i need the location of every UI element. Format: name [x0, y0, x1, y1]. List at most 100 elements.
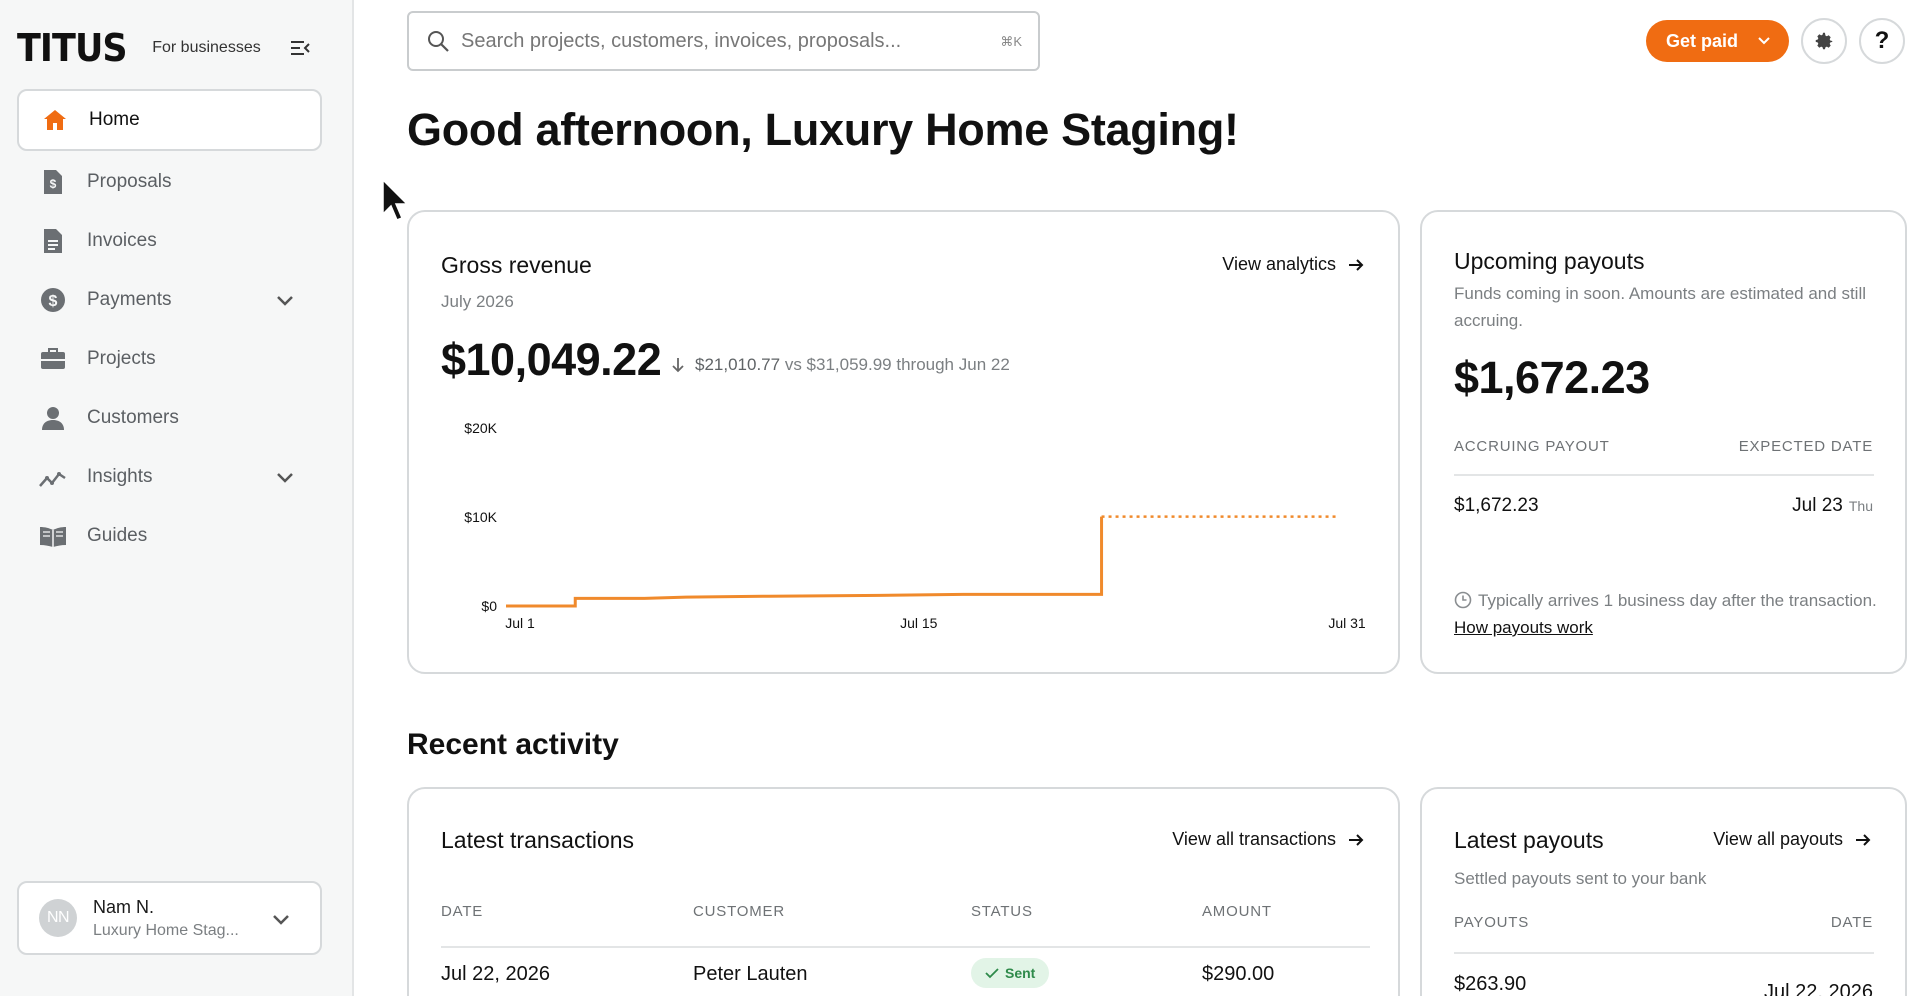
proposal-icon: $ [39, 168, 67, 196]
sidebar-item-customers[interactable]: Customers [17, 387, 322, 449]
help-button[interactable]: ? [1859, 18, 1905, 64]
sidebar-item-label: Proposals [87, 171, 172, 192]
latest-payouts-card: Latest payouts View all payouts Settled … [1420, 787, 1907, 996]
avatar: NN [39, 899, 77, 937]
search-bar[interactable]: ⌘K [407, 11, 1040, 71]
y-tick-label: $0 [481, 598, 497, 614]
payout-timing-note: Typically arrives 1 business day after t… [1454, 587, 1884, 641]
sidebar-item-label: Guides [87, 525, 148, 546]
revenue-chart: $0 $10K $20K Jul 1 Jul 15 Jul 31 [464, 420, 1366, 631]
account-name: Nam N. [93, 896, 155, 917]
accruing-payout-amount: $1,672.23 [1454, 495, 1539, 516]
svg-text:$: $ [49, 293, 58, 310]
upcoming-payouts-description: Funds coming in soon. Amounts are estima… [1454, 284, 1866, 330]
latest-transactions-card: Latest transactions View all transaction… [407, 787, 1400, 996]
upcoming-payouts-amount: $1,672.23 [1454, 352, 1650, 403]
column-header-payouts: PAYOUTS [1454, 914, 1530, 931]
recent-activity-heading: Recent activity [407, 728, 619, 761]
search-shortcut: ⌘K [1000, 34, 1022, 49]
sidebar-item-proposals[interactable]: $ Proposals [17, 151, 322, 213]
collapse-sidebar-icon[interactable] [286, 34, 314, 62]
status-label: Sent [1005, 965, 1036, 981]
trend-icon [39, 463, 67, 491]
payout-date: Jul 22, 2026 [1764, 981, 1873, 996]
column-header-expected-date: EXPECTED DATE [1738, 438, 1873, 455]
search-input[interactable] [461, 29, 961, 53]
upcoming-payouts-card: Upcoming payouts Funds coming in soon. A… [1420, 210, 1907, 674]
invoice-icon [39, 227, 67, 255]
transaction-customer: Peter Lauten [693, 963, 808, 985]
sidebar-item-label: Customers [87, 407, 179, 428]
sidebar-item-payments[interactable]: $ Payments [17, 269, 322, 331]
payout-amount: $263.90 [1454, 973, 1527, 995]
chevron-down-icon[interactable] [274, 466, 296, 488]
x-tick-label: Jul 15 [900, 615, 938, 631]
status-badge: Sent [971, 958, 1050, 988]
chevron-down-icon [273, 915, 289, 925]
page-title: Good afternoon, Luxury Home Staging! [407, 104, 1239, 155]
arrow-right-icon [1856, 833, 1871, 846]
gross-revenue-card: Gross revenue View analytics July 2026 $… [407, 210, 1400, 674]
payout-note-text: Typically arrives 1 business day after t… [1478, 591, 1877, 610]
account-business: Luxury Home Stag... [93, 921, 239, 939]
y-tick-label: $20K [464, 420, 497, 436]
column-header-amount[interactable]: AMOUNT [1202, 903, 1272, 920]
sidebar-nav: Home $ Proposals Invoices $ Payments Pro… [17, 89, 322, 564]
sidebar-item-label: Invoices [87, 230, 157, 251]
transaction-date: Jul 22, 2026 [441, 963, 550, 985]
person-icon [39, 404, 67, 432]
column-header-date[interactable]: DATE [441, 903, 483, 920]
sidebar-item-home[interactable]: Home [17, 89, 322, 151]
view-all-payouts-label: View all payouts [1713, 829, 1843, 849]
sidebar-item-invoices[interactable]: Invoices [17, 210, 322, 272]
clock-icon [1454, 591, 1472, 609]
column-header-customer[interactable]: CUSTOMER [693, 903, 785, 920]
expected-date-weekday: Thu [1848, 498, 1873, 514]
sidebar-item-guides[interactable]: Guides [17, 505, 322, 567]
upcoming-payouts-title: Upcoming payouts [1454, 248, 1645, 274]
view-all-transactions-link[interactable]: View all transactions [1172, 829, 1364, 850]
x-tick-label: Jul 1 [505, 615, 535, 631]
check-icon [985, 968, 999, 979]
settings-button[interactable] [1801, 18, 1847, 64]
sidebar: TITUS For businesses Home $ Proposals In… [0, 0, 354, 996]
get-paid-button[interactable]: Get paid [1646, 20, 1789, 62]
brand: TITUS For businesses [17, 24, 317, 72]
home-icon [41, 106, 69, 134]
svg-text:$: $ [50, 177, 57, 191]
latest-payouts-subtitle: Settled payouts sent to your bank [1454, 869, 1707, 888]
account-switcher[interactable]: NN Nam N. Luxury Home Stag... [17, 881, 322, 955]
how-payouts-work-link[interactable]: How payouts work [1454, 618, 1593, 637]
logo[interactable]: TITUS [17, 26, 128, 70]
sidebar-item-label: Payments [87, 289, 172, 310]
expected-date: Jul 23 Thu [1792, 495, 1873, 517]
divider [1454, 474, 1874, 476]
latest-payouts-title: Latest payouts [1454, 827, 1604, 853]
divider [1454, 952, 1874, 954]
chevron-down-icon[interactable] [274, 289, 296, 311]
column-header-accruing: ACCRUING PAYOUT [1454, 438, 1610, 455]
brand-subtitle: For businesses [152, 39, 261, 56]
view-all-transactions-label: View all transactions [1172, 829, 1336, 849]
sidebar-item-label: Projects [87, 348, 156, 369]
mouse-cursor-icon [381, 178, 409, 222]
latest-transactions-title: Latest transactions [441, 827, 635, 853]
get-paid-label: Get paid [1666, 30, 1739, 51]
arrow-right-icon [1349, 833, 1364, 846]
dollar-icon: $ [39, 286, 67, 314]
x-tick-label: Jul 31 [1328, 615, 1366, 631]
revenue-line [506, 516, 1104, 608]
divider [441, 946, 1370, 948]
sidebar-item-projects[interactable]: Projects [17, 328, 322, 390]
search-icon [428, 31, 449, 52]
sidebar-item-insights[interactable]: Insights [17, 446, 322, 508]
transaction-amount: $290.00 [1202, 963, 1275, 985]
view-all-payouts-link[interactable]: View all payouts [1713, 829, 1871, 850]
sidebar-item-label: Insights [87, 466, 153, 487]
expected-date-value: Jul 23 [1792, 495, 1843, 516]
column-header-status[interactable]: STATUS [971, 903, 1033, 920]
y-tick-label: $10K [464, 509, 497, 525]
sidebar-item-label: Home [89, 109, 140, 130]
book-icon [39, 522, 67, 550]
briefcase-icon [39, 345, 67, 373]
